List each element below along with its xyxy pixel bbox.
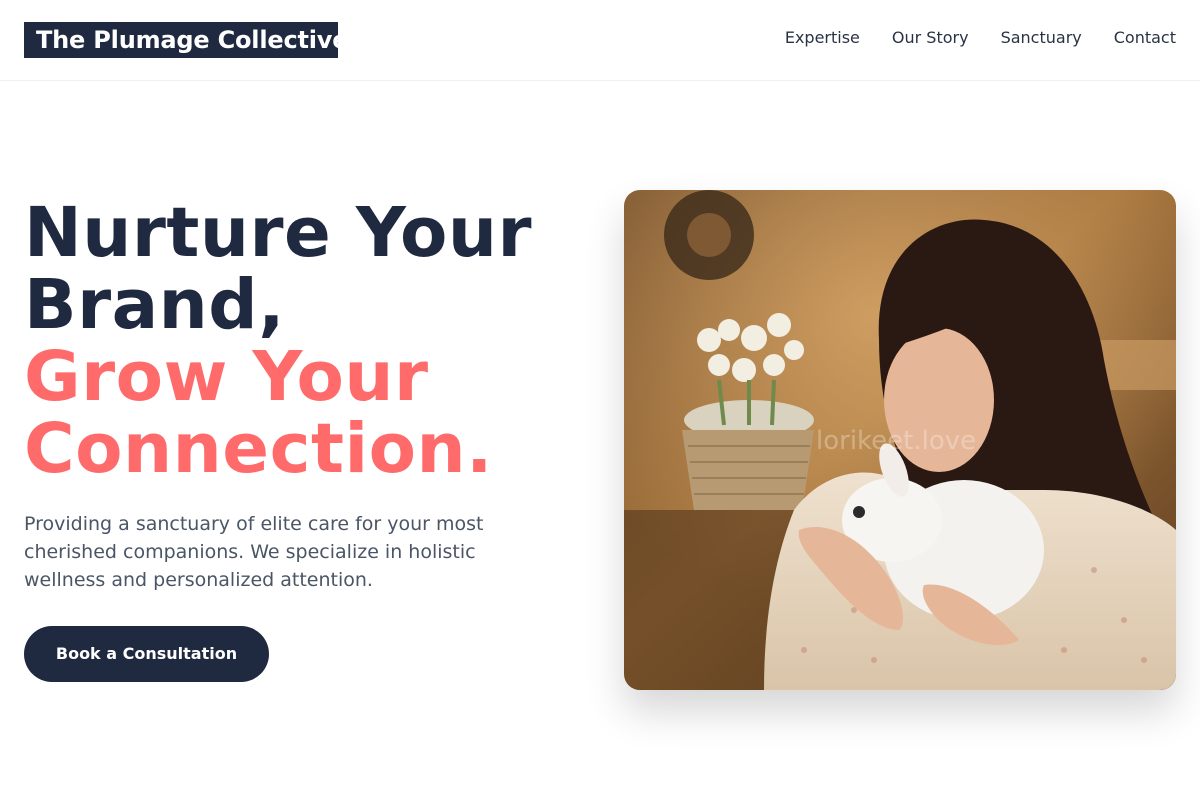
main-nav: Expertise Our Story Sanctuary Contact <box>785 28 1176 48</box>
hero-title-line-1: Nurture Your <box>24 193 533 273</box>
hero-title-line-4: Connection. <box>24 409 493 489</box>
hero-image: lorikeet.love <box>624 190 1176 690</box>
nav-link-our-story[interactable]: Our Story <box>892 28 969 48</box>
site-header: The Plumage Collective Expertise Our Sto… <box>0 0 1200 81</box>
image-watermark: lorikeet.love <box>816 426 977 456</box>
book-consultation-button[interactable]: Book a Consultation <box>24 626 269 682</box>
nav-link-contact[interactable]: Contact <box>1114 28 1176 48</box>
hero-subtitle: Providing a sanctuary of elite care for … <box>24 513 484 591</box>
hero-title: Nurture Your Brand, Grow Your Connection… <box>24 197 584 485</box>
hero-title-line-2: Brand, <box>24 265 285 345</box>
brand-logo[interactable]: The Plumage Collective <box>24 22 348 58</box>
nav-link-expertise[interactable]: Expertise <box>785 28 860 48</box>
hero-title-line-3: Grow Your <box>24 337 429 417</box>
nav-link-sanctuary[interactable]: Sanctuary <box>1001 28 1082 48</box>
